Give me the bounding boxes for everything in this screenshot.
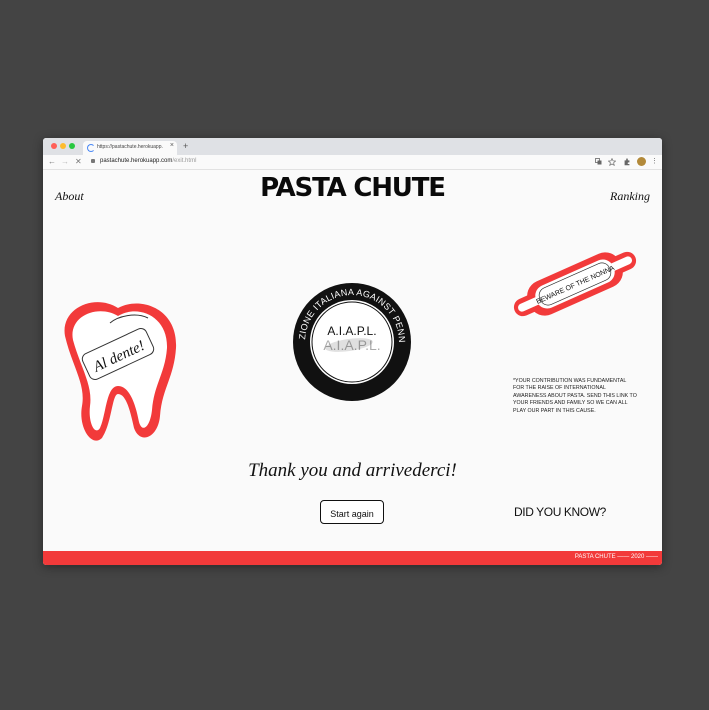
site-title: PASTA CHUTE [260, 173, 446, 203]
url-field[interactable]: pastachute.herokuapp.com/exit.html [100, 158, 196, 164]
page-content: About PASTA CHUTE Ranking Al dente! ASSO… [43, 170, 662, 565]
nav-ranking-link[interactable]: Ranking [610, 189, 650, 204]
seal-acronym-echo: A.I.A.P.L. [323, 337, 380, 353]
footer-text: PASTA CHUTE —— 2020 —— [574, 554, 658, 560]
extensions-puzzle-icon[interactable] [623, 158, 631, 166]
tooth-icon [64, 302, 177, 441]
did-you-know-link[interactable]: DID YOU KNOW? [514, 505, 606, 519]
footer-bar: PASTA CHUTE —— 2020 —— [43, 551, 662, 565]
url-host: pastachute.herokuapp.com [100, 158, 173, 164]
seal-acronym: A.I.A.P.L. [327, 324, 376, 338]
translate-icon[interactable] [595, 158, 602, 165]
new-tab-button[interactable]: + [183, 141, 188, 151]
tab-title: https://pastachute.herokuapp. [97, 144, 163, 150]
thank-you-heading: Thank you and arrivederci! [248, 460, 457, 481]
back-button[interactable]: ← [48, 157, 56, 166]
tooth-sticker: Al dente! [64, 302, 177, 441]
loading-spinner-icon [87, 144, 95, 152]
start-again-button[interactable]: Start again [320, 500, 384, 524]
bookmark-star-icon[interactable] [608, 158, 616, 166]
minimize-window-button[interactable] [60, 143, 66, 149]
lock-icon [91, 159, 95, 163]
browser-menu-icon[interactable]: ⋮ [651, 157, 658, 166]
tab-close-icon[interactable]: × [170, 142, 174, 149]
contribution-note: *YOUR CONTRIBUTION WAS FUNDAMENTAL FOR T… [513, 378, 637, 414]
stop-reload-button[interactable]: ✕ [75, 157, 82, 166]
aiapl-seal: ASSOCIAZIONE ITALIANA AGAINST PENNA LISC… [291, 281, 411, 401]
profile-avatar[interactable] [637, 157, 646, 166]
maximize-window-button[interactable] [69, 143, 75, 149]
close-window-button[interactable] [51, 143, 57, 149]
rolling-pin-sticker: BEWARE OF THE NONNA [513, 251, 637, 317]
tab-bar: https://pastachute.herokuapp. × + [43, 138, 662, 155]
browser-window: https://pastachute.herokuapp. × + ← → ✕ … [43, 138, 662, 565]
browser-tab[interactable]: https://pastachute.herokuapp. × [83, 141, 177, 155]
url-path: /exit.html [172, 158, 197, 164]
forward-button[interactable]: → [61, 157, 69, 166]
address-bar: ← → ✕ pastachute.herokuapp.com/exit.html… [43, 155, 662, 170]
